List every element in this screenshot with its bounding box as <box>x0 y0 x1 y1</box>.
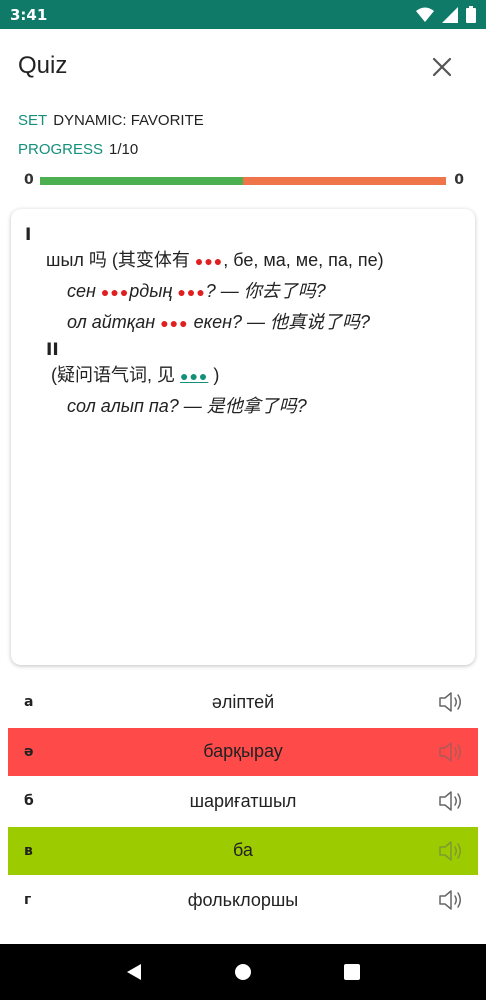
option-letter: б <box>24 793 34 810</box>
hidden-word-dots: ●●● <box>194 253 224 269</box>
answer-options: а әліптей ә барқырау б шариғатшыл в ба г… <box>8 678 478 926</box>
back-button[interactable] <box>114 952 154 992</box>
correct-count: 0 <box>24 172 34 188</box>
recents-button[interactable] <box>332 952 372 992</box>
definition-line: (疑问语气词, 见 ●●● ) <box>25 360 461 391</box>
answer-option[interactable]: а әліптей <box>8 678 478 726</box>
speaker-icon[interactable] <box>438 888 466 912</box>
status-icons <box>416 6 476 27</box>
battery-icon <box>466 6 476 27</box>
speaker-icon[interactable] <box>438 690 466 714</box>
progress-wrong-fill <box>243 177 446 185</box>
question-card: I шыл 吗 (其变体有 ●●●, бе, ма, ме, па, пе) с… <box>11 209 475 665</box>
answer-option[interactable]: г фольклоршы <box>8 876 478 924</box>
wrong-count: 0 <box>454 172 464 188</box>
text: ? — 你去了吗? <box>205 281 326 301</box>
section-numeral-1: I <box>25 225 32 245</box>
progress-label: PROGRESS <box>18 141 104 158</box>
status-bar: 3:41 <box>0 0 486 29</box>
text: шыл 吗 (其变体有 <box>46 250 195 270</box>
text: (疑问语气词, 见 <box>51 365 180 385</box>
answer-option[interactable]: б шариғатшыл <box>8 777 478 825</box>
hidden-word-dots: ●●● <box>160 315 189 331</box>
progress-row: PROGRESS 1/10 <box>18 141 138 158</box>
section-numeral-2: II <box>46 340 59 360</box>
progress-track <box>40 177 446 185</box>
option-text: фольклоршы <box>187 889 299 910</box>
option-text: ба <box>233 840 253 861</box>
speaker-icon[interactable] <box>438 740 466 764</box>
cross-reference-link[interactable]: ●●● <box>180 368 208 384</box>
status-time: 3:41 <box>10 5 48 24</box>
set-label: SET <box>18 112 48 129</box>
set-row: SET DYNAMIC: FAVORITE <box>18 112 204 129</box>
option-letter: ә <box>24 743 34 760</box>
option-letter: а <box>24 694 34 710</box>
home-circle-icon <box>234 964 251 980</box>
wifi-icon <box>416 7 434 27</box>
recents-square-icon <box>343 964 360 980</box>
example-line: сен ●●●рдың ●●●? — 你去了吗? <box>25 276 461 307</box>
speaker-icon[interactable] <box>438 789 466 813</box>
example-line: ол айтқан ●●● екен? — 他真说了吗? <box>25 307 461 338</box>
example-line: сол алып па? — 是他拿了吗? <box>67 396 307 416</box>
text: сен <box>67 281 101 301</box>
set-value: DYNAMIC: FAVORITE <box>53 112 204 129</box>
text: ол айтқан <box>67 312 161 332</box>
option-text: әліптей <box>211 691 275 712</box>
close-icon <box>432 57 452 77</box>
text: екен? — 他真说了吗? <box>188 312 371 332</box>
text: , бе, ма, ме, па, пе) <box>223 250 384 270</box>
hidden-word-dots: ●●● <box>177 284 206 300</box>
home-button[interactable] <box>223 952 263 992</box>
definition-line: шыл 吗 (其变体有 ●●●, бе, ма, ме, па, пе) <box>25 245 461 276</box>
progress-value: 1/10 <box>109 141 139 158</box>
option-text: шариғатшыл <box>189 790 297 811</box>
page-title: Quiz <box>18 52 68 79</box>
answer-option[interactable]: ә барқырау <box>8 727 478 776</box>
hidden-word-dots: ●●● <box>100 284 130 300</box>
option-text: барқырау <box>203 741 283 762</box>
app-bar: Quiz <box>0 29 486 105</box>
back-triangle-icon <box>127 964 142 980</box>
close-button[interactable] <box>428 53 456 81</box>
answer-option[interactable]: в ба <box>8 826 478 875</box>
progress-correct-fill <box>40 177 243 185</box>
system-nav-bar <box>0 944 486 1000</box>
text: ) <box>208 365 220 385</box>
option-letter: в <box>24 842 33 859</box>
score-progress: 0 0 <box>24 172 464 190</box>
signal-icon <box>442 6 458 27</box>
option-letter: г <box>24 892 32 909</box>
text: рдың <box>129 281 178 301</box>
speaker-icon[interactable] <box>438 839 466 863</box>
